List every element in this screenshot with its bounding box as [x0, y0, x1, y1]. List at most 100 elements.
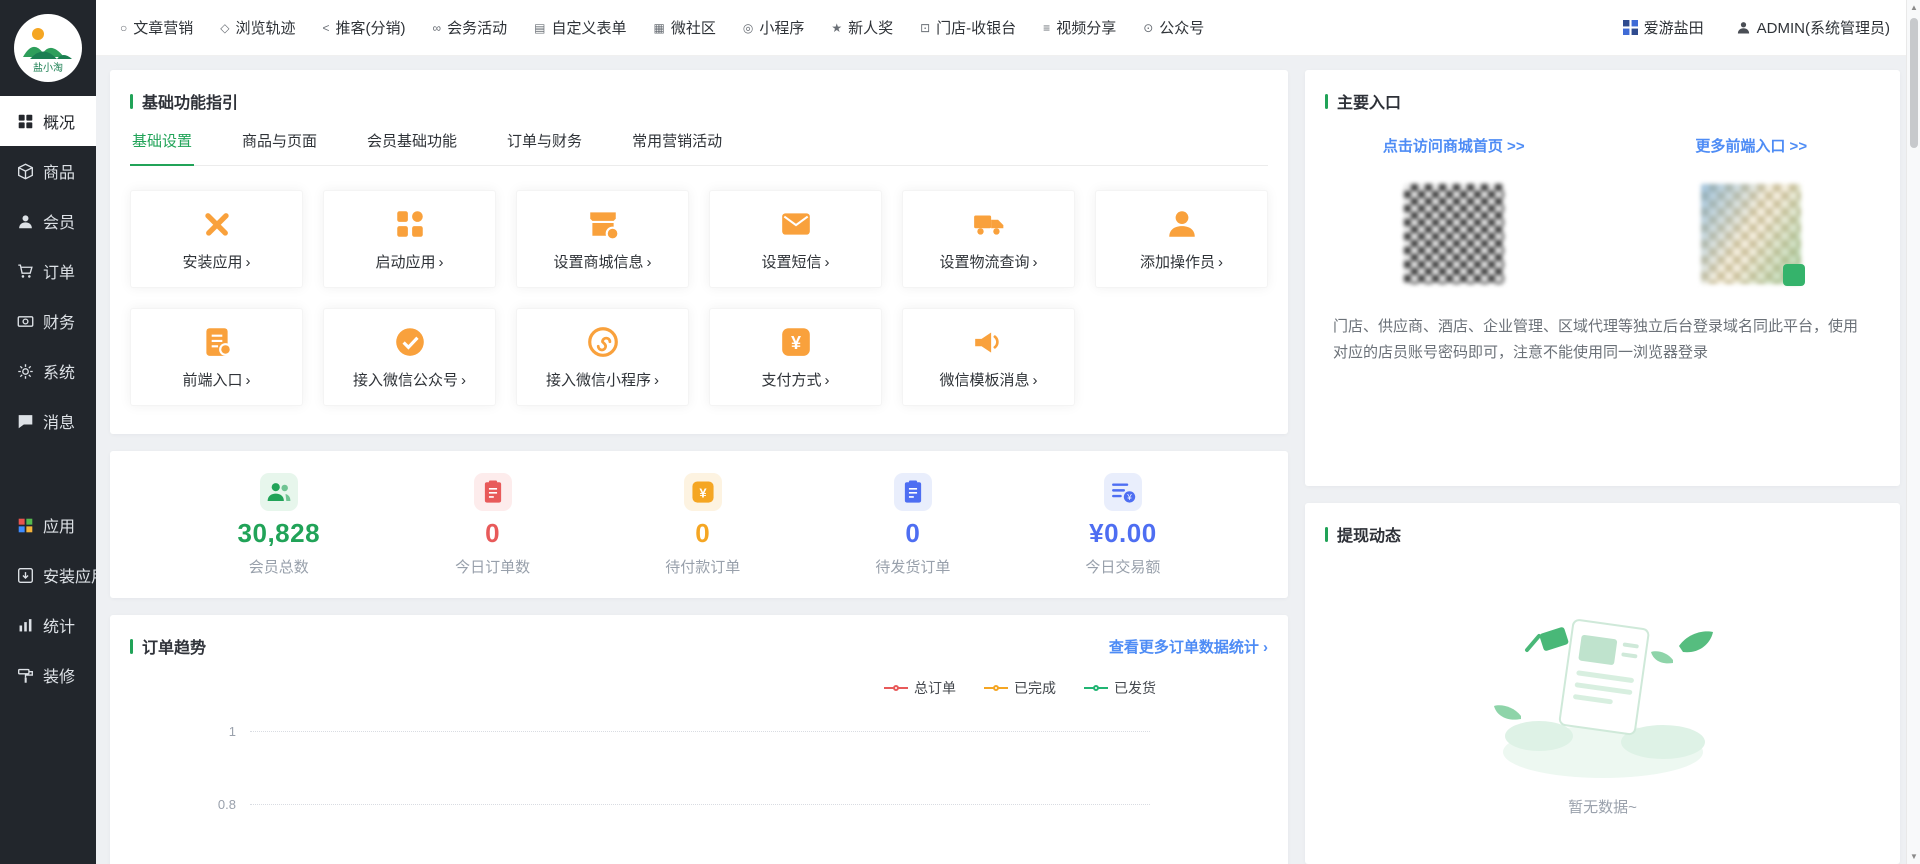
topnav-item-event-activity[interactable]: ∞会务活动 [433, 17, 508, 38]
y-tick: 0.8 [202, 797, 236, 812]
sidebar-item-install-apps[interactable]: 安装应用 [0, 550, 96, 600]
topnav-item-store-cashier[interactable]: ⊡ 门店-收银台 [920, 17, 1016, 38]
user-menu[interactable]: ADMIN(系统管理员) [1736, 17, 1890, 38]
tools-icon [200, 207, 234, 241]
topnav-item-newcomer-reward[interactable]: ★新人奖 [831, 17, 893, 38]
sidebar-item-messages[interactable]: 消息 [0, 396, 96, 446]
legend-completed[interactable]: 已完成 [984, 678, 1056, 698]
topnav-label: 会务活动 [447, 17, 507, 38]
payment-yen-icon: ¥ [779, 325, 813, 359]
topnav-item-custom-form[interactable]: ▤自定义表单 [534, 17, 626, 38]
topnav-item-mini-program[interactable]: ◎小程序 [743, 17, 805, 38]
user-avatar-icon [1736, 20, 1751, 35]
topnav-label: 门店-收银台 [936, 17, 1016, 38]
scrollbar-thumb[interactable] [1910, 18, 1918, 148]
topnav-item-micro-community[interactable]: ▦ 微社区 [653, 17, 715, 38]
topnav-label: 微社区 [671, 17, 716, 38]
tab-member-basics[interactable]: 会员基础功能 [365, 127, 459, 165]
cart-icon [17, 263, 34, 280]
main-area: ○文章营销 ◇浏览轨迹 <推客(分销) ∞会务活动 ▤自定义表单 ▦ 微社区 ◎小… [96, 0, 1920, 864]
top-navbar: ○文章营销 ◇浏览轨迹 <推客(分销) ∞会务活动 ▤自定义表单 ▦ 微社区 ◎小… [96, 0, 1920, 56]
storefront-gear-icon [586, 207, 620, 241]
tab-marketing-activities[interactable]: 常用营销活动 [630, 127, 724, 165]
main-entry-card: 主要入口 点击访问商城首页 >> 更多前端入口 >> [1305, 70, 1900, 486]
feature-label: 添加操作员› [1140, 251, 1223, 272]
video-list-icon: ≡ [1043, 21, 1050, 35]
feature-launch-app[interactable]: 启动应用› [323, 190, 496, 288]
sidebar-item-goods[interactable]: 商品 [0, 146, 96, 196]
sidebar-item-finance[interactable]: 财务 [0, 296, 96, 346]
chart-legend: 总订单 已完成 已发货 [110, 678, 1288, 698]
sidebar-nav: 概况 商品 会员 订单 财务 系统 [0, 96, 96, 700]
stat-value: ¥0.00 [1089, 518, 1157, 549]
feature-wechat-miniprogram-connect[interactable]: 接入微信小程序› [516, 308, 689, 406]
right-column: 主要入口 点击访问商城首页 >> 更多前端入口 >> [1305, 70, 1900, 864]
feature-wechat-template-message[interactable]: 微信模板消息› [902, 308, 1075, 406]
sidebar-item-orders[interactable]: 订单 [0, 246, 96, 296]
install-icon [17, 567, 34, 584]
more-entry-link[interactable]: 更多前端入口 >> [1695, 138, 1807, 155]
community-icon: ▦ [653, 21, 664, 35]
legend-total-orders[interactable]: 总订单 [884, 678, 956, 698]
feature-add-operator[interactable]: 添加操作员› [1095, 190, 1268, 288]
sms-envelope-icon [779, 207, 813, 241]
topnav-item-official-account[interactable]: ⊙公众号 [1143, 17, 1204, 38]
stat-value: 0 [905, 518, 920, 549]
feature-payment-method[interactable]: ¥ 支付方式› [709, 308, 882, 406]
sidebar-item-decorate[interactable]: 装修 [0, 650, 96, 700]
withdraw-header: 提现动态 [1305, 503, 1900, 560]
feature-mall-info[interactable]: 设置商城信息› [516, 190, 689, 288]
guide-feature-grid: 安装应用› 启动应用› 设置商城信息› 设置短信› [130, 190, 1268, 434]
stat-value: 30,828 [238, 518, 321, 549]
feature-label: 微信模板消息› [939, 369, 1037, 390]
topnav-item-browse-track[interactable]: ◇浏览轨迹 [220, 17, 295, 38]
miniprogram-s-icon [586, 325, 620, 359]
vertical-scrollbar[interactable]: ▲ ▼ [1906, 0, 1920, 864]
sidebar-item-label: 概况 [43, 109, 75, 133]
entry-note-text: 门店、供应商、酒店、企业管理、区域代理等独立后台登录域名同此平台，使用对应的店员… [1333, 314, 1872, 365]
person-icon [17, 213, 34, 230]
sidebar-item-statistics[interactable]: 统计 [0, 600, 96, 650]
sidebar-item-members[interactable]: 会员 [0, 196, 96, 246]
topnav-item-article-marketing[interactable]: ○文章营销 [120, 17, 193, 38]
topnav-item-distribution[interactable]: <推客(分销) [323, 17, 406, 38]
more-order-stats-link[interactable]: 查看更多订单数据统计 › [1109, 636, 1268, 657]
feature-sms-settings[interactable]: 设置短信› [709, 190, 882, 288]
brand-logo[interactable]: 盐小淘 [0, 0, 96, 96]
qr-corner-badge [1783, 264, 1805, 286]
form-icon: ▤ [534, 21, 545, 35]
withdraw-title: 提现动态 [1337, 522, 1401, 546]
members-stat-icon [260, 473, 298, 511]
topnav-label: 视频分享 [1056, 17, 1116, 38]
tab-basic-settings[interactable]: 基础设置 [130, 127, 194, 166]
feature-frontend-entry[interactable]: 前端入口› [130, 308, 303, 406]
scroll-up-arrow[interactable]: ▲ [1907, 3, 1920, 12]
sidebar-item-system[interactable]: 系统 [0, 346, 96, 396]
tab-goods-pages[interactable]: 商品与页面 [240, 127, 319, 165]
chart-gridline: 0.8 [202, 797, 1268, 812]
feature-install-app[interactable]: 安装应用› [130, 190, 303, 288]
title-accent-bar [1325, 94, 1328, 109]
store-switcher[interactable]: 爱游盐田 [1623, 17, 1704, 38]
cashier-icon: ⊡ [920, 21, 930, 35]
shop-home-link[interactable]: 点击访问商城首页 >> [1383, 138, 1525, 155]
sidebar-item-overview[interactable]: 概况 [0, 96, 96, 146]
empty-state-illustration [1483, 600, 1723, 780]
tab-orders-finance[interactable]: 订单与财务 [505, 127, 584, 165]
sidebar-item-apps[interactable]: 应用 [0, 500, 96, 550]
topnav-item-video-share[interactable]: ≡ 视频分享 [1043, 17, 1116, 38]
legend-shipped[interactable]: 已发货 [1084, 678, 1156, 698]
share-icon: < [323, 21, 330, 35]
main-entry-header: 主要入口 [1305, 70, 1900, 127]
unshipped-stat-icon [894, 473, 932, 511]
scroll-down-arrow[interactable]: ▼ [1907, 852, 1920, 861]
sidebar-item-label: 订单 [43, 259, 75, 283]
feature-wechat-official-connect[interactable]: 接入微信公众号› [323, 308, 496, 406]
svg-text:¥: ¥ [1126, 493, 1132, 502]
sidebar-item-label: 财务 [43, 309, 75, 333]
feature-label: 设置商城信息› [553, 251, 651, 272]
feature-logistics-query[interactable]: 设置物流查询› [902, 190, 1075, 288]
stat-today-turnover: ¥ ¥0.00 今日交易额 [1085, 473, 1160, 577]
official-account-icon: ⊙ [1143, 21, 1153, 35]
topnav-right: 爱游盐田 ADMIN(系统管理员) [1623, 17, 1890, 38]
